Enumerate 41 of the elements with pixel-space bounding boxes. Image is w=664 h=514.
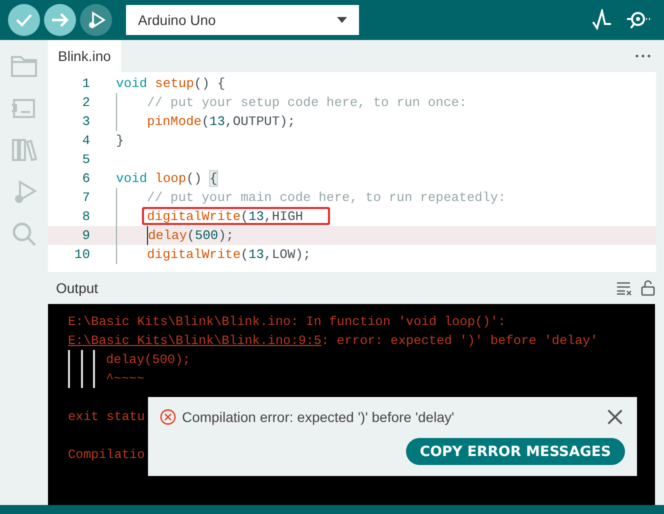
error-message: Compilation error: expected ')' before 'delay' [182, 409, 454, 425]
line-number: 5 [81, 151, 90, 169]
caret-icon [337, 17, 347, 23]
board-name: Arduino Uno [138, 12, 216, 28]
output-line: ^~~~~ [106, 370, 144, 388]
code-line: } [116, 132, 124, 150]
upload-button[interactable] [44, 4, 76, 36]
line-number: 10 [73, 246, 90, 264]
pulse-icon[interactable] [592, 9, 612, 31]
output-line: exit statu [68, 408, 145, 426]
output-title: Output [56, 280, 98, 296]
line-number: 4 [81, 132, 90, 150]
code-line: // put your main code here, to run repeatedly: [147, 189, 506, 207]
monitor-icon[interactable] [626, 10, 652, 30]
copy-errors-button[interactable]: COPY ERROR MESSAGES [406, 438, 625, 465]
code-line: void loop() { [116, 170, 218, 188]
line-number: 8 [81, 208, 90, 226]
code-line: digitalWrite(13,HIGH [147, 208, 304, 226]
output-line: Compilatio [68, 446, 145, 464]
line-number: 3 [81, 113, 90, 131]
line-number: 2 [81, 94, 90, 112]
code-line: digitalWrite(13,LOW); [147, 246, 311, 264]
error-link[interactable]: E:\Basic Kits\Blink\Blink.ino:9:5 [68, 331, 322, 350]
board-selector[interactable]: Arduino Uno [126, 5, 359, 35]
code-line: delay(500); [147, 226, 234, 245]
line-number: 9 [81, 227, 90, 245]
lock-icon[interactable] [640, 280, 656, 296]
error-icon [160, 409, 176, 425]
output-line: : error: expected ')' before 'delay' [321, 332, 598, 350]
clear-icon[interactable] [616, 280, 632, 296]
code-line: // put your setup code here, to run once: [147, 94, 467, 112]
code-line: void setup() { [116, 75, 226, 93]
line-number: 6 [81, 170, 90, 188]
line-number: 7 [81, 189, 90, 207]
close-icon[interactable] [607, 409, 623, 425]
output-line: E:\Basic Kits\Blink\Blink.ino: In function 'void loop()': [68, 313, 506, 331]
file-tab[interactable]: Blink.ino [48, 40, 121, 72]
verify-button[interactable] [8, 4, 40, 36]
code-line: pinMode(13,OUTPUT); [147, 113, 296, 131]
line-number: 1 [81, 75, 90, 93]
output-line: delay(500); [106, 351, 190, 369]
